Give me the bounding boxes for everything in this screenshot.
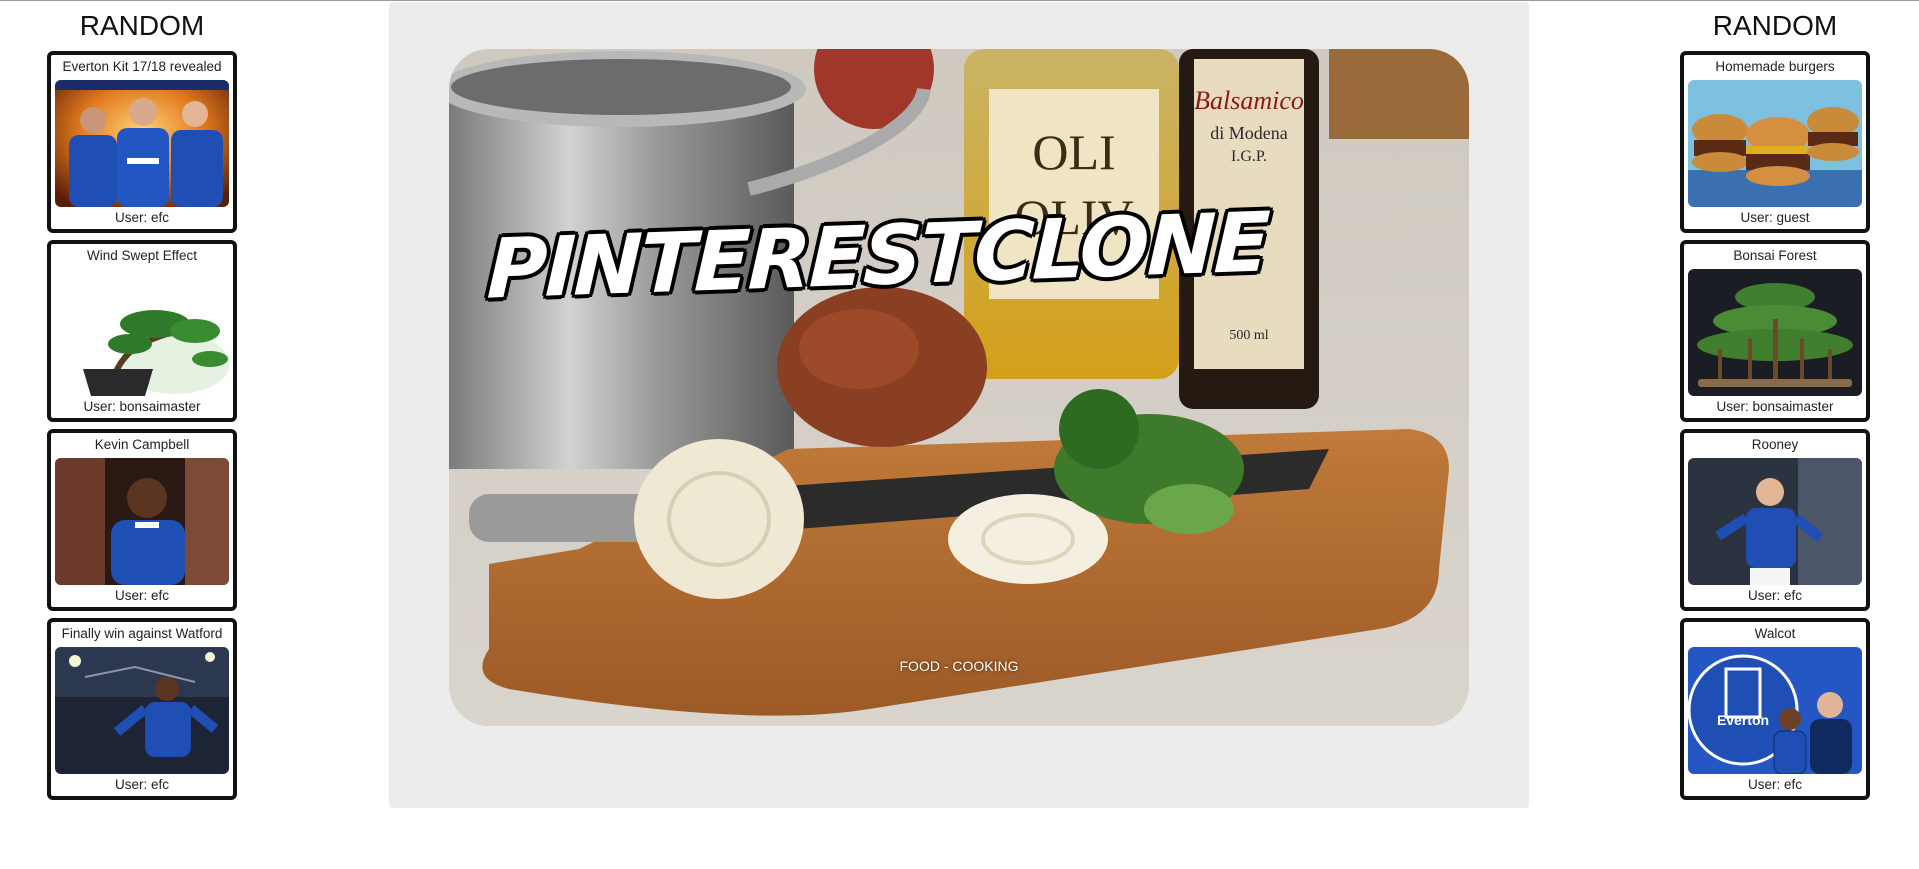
pin-card[interactable]: Kevin Campbell User: efc bbox=[47, 429, 237, 611]
svg-text:OLI: OLI bbox=[1032, 124, 1115, 180]
pin-card-user: User: efc bbox=[114, 588, 169, 603]
left-random-column: RANDOM Everton Kit 17/18 revealed User: … bbox=[47, 8, 237, 807]
burgers-image[interactable] bbox=[1688, 80, 1862, 207]
everton-players-image[interactable] bbox=[55, 80, 229, 207]
everton-crest-players-image[interactable]: Everton bbox=[1688, 647, 1862, 774]
rooney-image[interactable] bbox=[1688, 458, 1862, 585]
pin-card-title: Finally win against Watford bbox=[61, 626, 223, 641]
right-random-column: RANDOM Homemade burgers User: guest Bons… bbox=[1680, 8, 1870, 807]
pin-card-user: User: guest bbox=[1740, 210, 1810, 225]
svg-text:Everton: Everton bbox=[1717, 712, 1769, 728]
pin-card-title: Everton Kit 17/18 revealed bbox=[62, 59, 222, 74]
svg-text:500 ml: 500 ml bbox=[1229, 328, 1268, 343]
pin-card-user: User: bonsaimaster bbox=[83, 399, 201, 414]
pin-card[interactable]: Rooney User: efc bbox=[1680, 429, 1870, 611]
cooking-ingredients-image: OLI OLIV Balsamico di Modena I.G.P. 500 … bbox=[449, 49, 1469, 726]
pin-card-title: Rooney bbox=[1751, 437, 1799, 452]
top-border-line bbox=[0, 0, 1919, 1]
bonsai-forest-image[interactable] bbox=[1688, 269, 1862, 396]
pin-card-user: User: bonsaimaster bbox=[1716, 399, 1834, 414]
footballer-portrait-image[interactable] bbox=[55, 458, 229, 585]
pin-card[interactable]: Finally win against Watford User: efc bbox=[47, 618, 237, 800]
pin-card-title: Walcot bbox=[1754, 626, 1796, 641]
pin-card[interactable]: Walcot Everton User: efc bbox=[1680, 618, 1870, 800]
left-column-title: RANDOM bbox=[79, 10, 205, 41]
pin-card-title: Wind Swept Effect bbox=[86, 248, 198, 263]
pin-card-user: User: efc bbox=[114, 777, 169, 792]
pin-card[interactable]: Wind Swept Effect User: bonsaimaster bbox=[47, 240, 237, 422]
right-column-title: RANDOM bbox=[1712, 10, 1838, 41]
pin-card-title: Bonsai Forest bbox=[1733, 248, 1817, 263]
pin-card-user: User: efc bbox=[114, 210, 169, 225]
pin-card[interactable]: Bonsai Forest User: bonsaimaster bbox=[1680, 240, 1870, 422]
footballer-celebrating-image[interactable] bbox=[55, 647, 229, 774]
hero-image[interactable]: OLI OLIV Balsamico di Modena I.G.P. 500 … bbox=[449, 49, 1469, 726]
pin-card-user: User: efc bbox=[1747, 777, 1802, 792]
svg-text:di Modena: di Modena bbox=[1210, 123, 1287, 143]
svg-text:I.G.P.: I.G.P. bbox=[1231, 148, 1267, 165]
hero-category-caption: FOOD - COOKING bbox=[899, 658, 1019, 674]
svg-text:Balsamico: Balsamico bbox=[1194, 86, 1304, 115]
pin-card-user: User: efc bbox=[1747, 588, 1802, 603]
pin-card[interactable]: Homemade burgers User: guest bbox=[1680, 51, 1870, 233]
bonsai-tree-image[interactable] bbox=[55, 269, 229, 396]
pin-card-title: Homemade burgers bbox=[1715, 59, 1835, 74]
pin-card-title: Kevin Campbell bbox=[94, 437, 190, 452]
pin-card[interactable]: Everton Kit 17/18 revealed User: efc bbox=[47, 51, 237, 233]
featured-panel: OLI OLIV Balsamico di Modena I.G.P. 500 … bbox=[389, 2, 1529, 808]
